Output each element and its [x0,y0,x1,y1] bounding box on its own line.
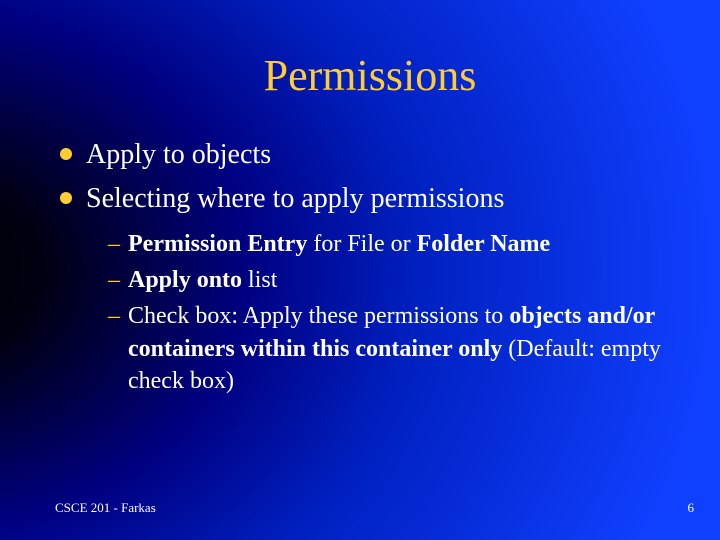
slide-title: Permissions [60,50,680,101]
footer-left: CSCE 201 - Farkas [55,500,156,516]
sub-text: for File or [313,231,416,257]
slide: Permissions Apply to objects Selecting w… [0,0,720,540]
sub-text: list [248,267,277,293]
sub-text-bold: Permission Entry [128,231,313,257]
sub-item: Apply onto list [108,264,680,296]
sub-item: Check box: Apply these permissions to ob… [108,300,680,397]
slide-number: 6 [688,500,695,516]
sub-list: Permission Entry for File or Folder Name… [108,228,680,398]
bullet-item: Selecting where to apply permissions Per… [60,180,680,398]
bullet-text: Selecting where to apply permissions [86,183,504,214]
sub-text: Check box: Apply these permissions to [128,303,509,329]
bullet-list: Apply to objects Selecting where to appl… [60,136,680,398]
sub-text-bold: Apply onto [128,267,248,293]
sub-text-bold: Folder Name [417,231,551,257]
sub-item: Permission Entry for File or Folder Name [108,228,680,260]
bullet-item: Apply to objects [60,136,680,174]
